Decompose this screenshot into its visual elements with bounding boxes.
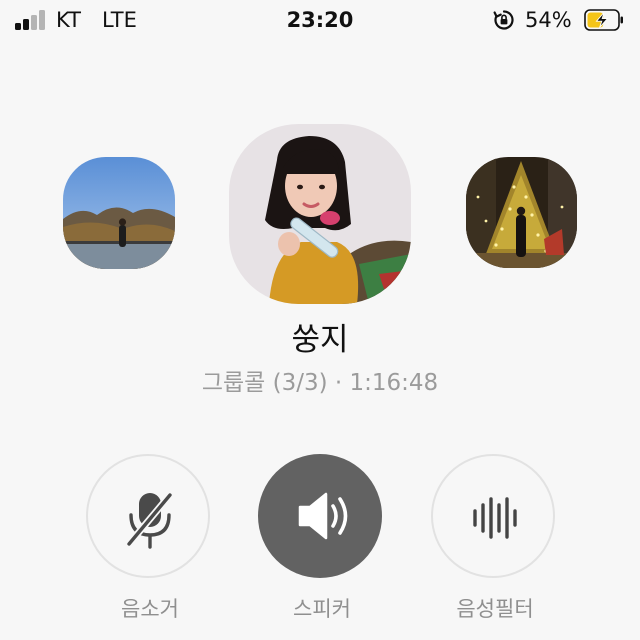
main-participant-avatar[interactable] <box>229 124 411 304</box>
status-bar: KT LTE 23:20 54% <box>0 0 640 42</box>
voice-filter-icon <box>473 497 517 539</box>
voice-filter-label: 음성필터 <box>456 597 534 621</box>
voice-filter-button[interactable] <box>431 454 555 578</box>
caller-name: 쑹지 <box>291 322 349 358</box>
mute-label: 음소거 <box>121 597 179 621</box>
speaker-control: 스피커 <box>257 454 387 640</box>
mute-control: 음소거 <box>85 454 215 640</box>
main-participant-photo <box>229 124 411 304</box>
speaker-icon <box>298 492 348 540</box>
left-participant-avatar[interactable] <box>63 157 175 269</box>
battery-percentage: 54% <box>525 8 572 32</box>
right-participant-avatar[interactable] <box>466 157 577 268</box>
rotation-lock-icon <box>493 10 514 30</box>
speaker-button[interactable] <box>258 454 382 578</box>
microphone-off-icon <box>125 491 174 549</box>
speaker-label: 스피커 <box>293 597 351 621</box>
call-screen: KT LTE 23:20 54% 쑹지 그룹콜 (3/3) · 1:16:48 … <box>0 0 640 640</box>
call-status: 그룹콜 (3/3) · 1:16:48 <box>201 370 439 396</box>
voice-filter-control: 음성필터 <box>430 454 560 640</box>
battery-charging-icon <box>584 9 623 31</box>
mute-button[interactable] <box>86 454 210 578</box>
right-participant-photo <box>466 157 577 268</box>
left-participant-photo <box>63 157 175 269</box>
